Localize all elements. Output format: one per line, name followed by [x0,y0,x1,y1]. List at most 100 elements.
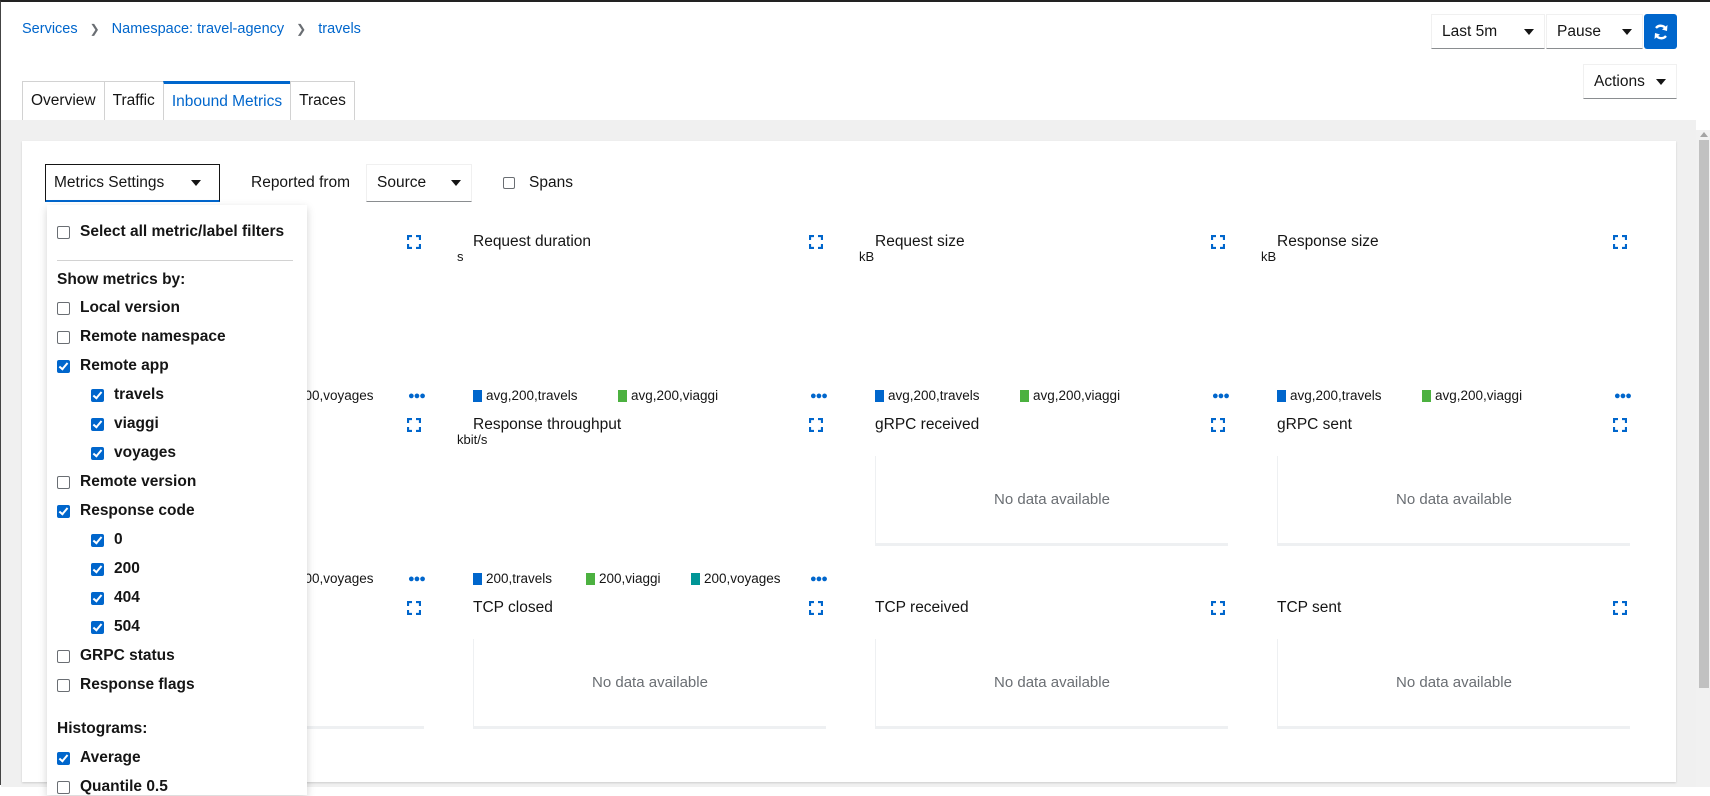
filter-checkbox[interactable] [91,388,104,402]
more-options-icon[interactable]: ●●● [810,390,828,402]
filter-checkbox[interactable] [91,533,104,547]
filter-checkbox[interactable] [57,649,70,663]
refresh-button[interactable] [1644,14,1677,49]
scrollbar-thumb[interactable] [1699,140,1709,688]
tab-traces[interactable]: Traces [290,81,355,121]
caret-down-icon [451,180,461,186]
filter-checkbox[interactable] [57,330,70,344]
legend-item[interactable]: 200,travels [473,571,552,586]
filter-checkbox[interactable] [57,301,70,315]
filter-remote-app[interactable]: Remote app [57,357,169,375]
reported-from-select[interactable]: Source [366,164,472,202]
legend-label: avg,200,travels [1290,388,1382,403]
select-all-checkbox[interactable] [57,225,70,239]
legend-swatch [473,572,482,585]
more-options-icon[interactable]: ●●● [408,573,426,585]
histogram-label: Average [80,749,141,766]
filter-404[interactable]: 404 [91,589,140,607]
more-options-icon[interactable]: ●●● [1614,390,1632,402]
expand-icon[interactable] [1210,417,1226,433]
expand-icon[interactable] [1612,600,1628,616]
tab-overview[interactable]: Overview [22,81,104,121]
more-options-icon[interactable]: ●●● [408,390,426,402]
time-range-select[interactable]: Last 5m [1431,14,1545,49]
menu-divider [57,260,293,261]
more-options-icon[interactable]: ●●● [1212,390,1230,402]
expand-icon[interactable] [808,600,824,616]
no-data-message: No data available [875,639,1228,729]
legend-swatch [586,572,595,585]
legend-swatch [618,389,627,402]
filter-504[interactable]: 504 [91,618,140,636]
filter-0[interactable]: 0 [91,531,123,549]
histogram-average[interactable]: Average [57,749,141,767]
filter-response-flags[interactable]: Response flags [57,676,195,694]
filter-checkbox[interactable] [91,591,104,605]
select-all-filters[interactable]: Select all metric/label filters [57,223,284,241]
breadcrumb-namespace[interactable]: Namespace: travel-agency [112,21,284,37]
no-data-message: No data available [1277,456,1630,546]
reported-from-value: Source [377,174,427,191]
chart-request-size: Request size 09 AM09:0109:0209:0309:041.… [859,232,1599,412]
legend-item[interactable]: avg,200,travels [473,388,578,403]
metrics-settings-dropdown[interactable]: Metrics Settings [45,164,220,202]
expand-icon[interactable] [1210,600,1226,616]
expand-icon[interactable] [1612,417,1628,433]
filter-travels[interactable]: travels [91,386,164,404]
filter-200[interactable]: 200 [91,560,140,578]
filter-checkbox[interactable] [91,620,104,634]
filter-grpc-status[interactable]: GRPC status [57,647,175,665]
actions-dropdown[interactable]: Actions [1583,64,1677,99]
filter-voyages[interactable]: voyages [91,444,176,462]
legend-item[interactable]: avg,200,travels [1277,388,1382,403]
no-data-message: No data available [875,456,1228,546]
legend-item[interactable]: avg,200,viaggi [618,388,718,403]
filter-checkbox[interactable] [91,417,104,431]
filter-checkbox[interactable] [91,446,104,460]
legend-item[interactable]: avg,200,travels [875,388,980,403]
more-options-icon[interactable]: ●●● [810,573,828,585]
spans-checkbox[interactable] [503,177,515,189]
breadcrumb-service[interactable]: travels [318,21,361,37]
filter-local-version[interactable]: Local version [57,299,180,317]
no-data-message: No data available [1277,639,1630,729]
filter-remote-version[interactable]: Remote version [57,473,196,491]
legend-label: 200,viaggi [599,571,661,586]
legend-label: avg,200,viaggi [631,388,719,403]
chart-plot [428,415,838,575]
histogram-label: Quantile 0.5 [80,778,168,795]
filter-checkbox[interactable] [91,562,104,576]
filter-response-code[interactable]: Response code [57,502,195,520]
filter-remote-namespace[interactable]: Remote namespace [57,328,226,346]
breadcrumb-services[interactable]: Services [22,21,78,37]
chart-grpc-received: gRPC received No data available [875,415,1235,595]
tab-inbound-metrics[interactable]: Inbound Metrics [162,81,291,121]
histogram-checkbox[interactable] [57,780,70,794]
chart-title: gRPC sent [1277,416,1352,433]
tabs: Overview Traffic Inbound Metrics Traces [22,81,355,121]
chart-response-size: Response size 09 AM09:0109:0209:0309:045… [1261,232,1710,412]
filter-checkbox[interactable] [57,678,70,692]
legend-item[interactable]: 200,voyages [691,571,781,586]
histogram-quantile-0-5[interactable]: Quantile 0.5 [57,778,168,796]
filter-checkbox[interactable] [57,359,70,373]
filter-label: voyages [114,444,177,461]
histogram-checkbox[interactable] [57,751,70,765]
scroll-up-icon[interactable] [1700,132,1708,137]
chart-plot [428,232,838,392]
legend-swatch [1422,389,1431,402]
filter-label: Response code [80,502,195,519]
chart-title: TCP sent [1277,599,1342,616]
refresh-interval-value: Pause [1557,22,1601,40]
legend-item[interactable]: 200,viaggi [586,571,661,586]
filter-viaggi[interactable]: viaggi [91,415,159,433]
legend-swatch [1277,389,1286,402]
refresh-interval-select[interactable]: Pause [1546,14,1643,49]
filter-checkbox[interactable] [57,475,70,489]
tab-traffic[interactable]: Traffic [103,81,163,121]
filter-checkbox[interactable] [57,504,70,518]
chart-plot [1232,232,1642,392]
expand-icon[interactable] [406,600,422,616]
legend-item[interactable]: avg,200,viaggi [1422,388,1522,403]
legend-item[interactable]: avg,200,viaggi [1020,388,1120,403]
